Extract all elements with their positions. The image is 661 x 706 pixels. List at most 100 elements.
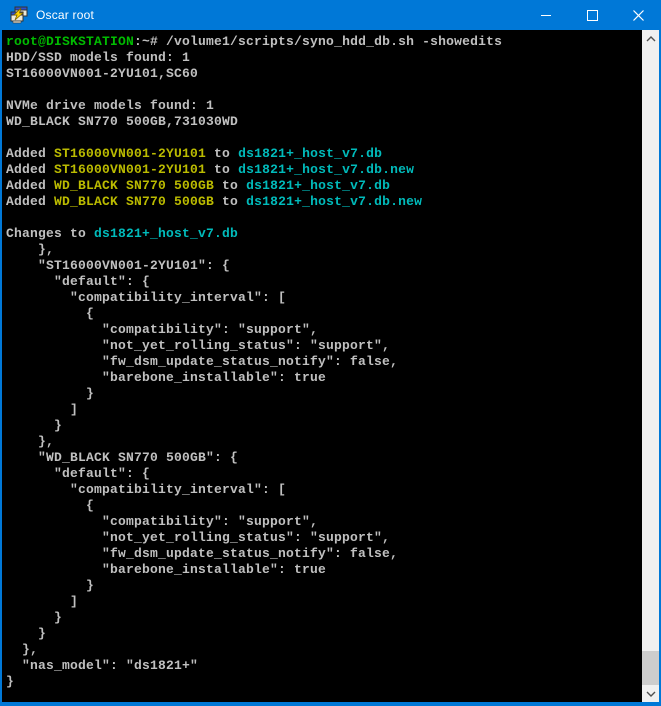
terminal-line: { [6,498,642,514]
terminal-line: } [6,578,642,594]
terminal-text-segment: }, [6,434,54,449]
terminal-text-segment: ds1821+_host_v7.db.new [246,194,422,209]
terminal-text-segment: ] [6,594,78,609]
terminal-text-segment: ST16000VN001-2YU101 [54,146,206,161]
terminal-text-segment: "ST16000VN001-2YU101": { [6,258,230,273]
terminal-text-segment: { [6,498,94,513]
terminal-line: "default": { [6,274,642,290]
terminal-text-segment: Changes to [6,226,94,241]
terminal-line: Added WD_BLACK SN770 500GB to ds1821+_ho… [6,194,642,210]
close-icon [633,10,644,21]
terminal-text-segment: } [6,610,62,625]
terminal-line: } [6,386,642,402]
terminal-text-segment: :~# /volume1/scripts/syno_hdd_db.sh -sho… [134,34,502,49]
terminal-text-segment: "not_yet_rolling_status": "support", [6,530,390,545]
minimize-button[interactable] [523,0,569,30]
terminal-text-segment: "WD_BLACK SN770 500GB": { [6,450,238,465]
terminal-text-segment: ST16000VN001-2YU101 [54,162,206,177]
terminal-line: "default": { [6,466,642,482]
terminal-text-segment: } [6,386,94,401]
terminal-text-segment: "compatibility": "support", [6,514,318,529]
terminal-text-segment: Added [6,194,54,209]
terminal-line: "nas_model": "ds1821+" [6,658,642,674]
terminal-line: ] [6,594,642,610]
terminal-text-segment: root@DISKSTATION [6,34,134,49]
terminal-text-segment: "barebone_installable": true [6,562,326,577]
terminal-text-segment: Added [6,162,54,177]
terminal-line: "compatibility_interval": [ [6,290,642,306]
terminal-text-segment: } [6,418,62,433]
terminal-text-segment: } [6,578,94,593]
window-title: Oscar root [36,8,94,22]
terminal-text-segment: "compatibility": "support", [6,322,318,337]
scrollbar-thumb[interactable] [642,651,659,685]
terminal-text-segment: } [6,626,46,641]
terminal-line: "fw_dsm_update_status_notify": false, [6,546,642,562]
terminal-line: HDD/SSD models found: 1 [6,50,642,66]
terminal-line: "WD_BLACK SN770 500GB": { [6,450,642,466]
scroll-up-button[interactable] [642,30,659,47]
terminal-text-segment: Added [6,146,54,161]
chevron-up-icon [646,36,656,42]
terminal-line: "fw_dsm_update_status_notify": false, [6,354,642,370]
terminal-line: Added WD_BLACK SN770 500GB to ds1821+_ho… [6,178,642,194]
terminal-line: root@DISKSTATION:~# /volume1/scripts/syn… [6,34,642,50]
terminal-text-segment: WD_BLACK SN770 500GB [54,178,214,193]
terminal-line [6,130,642,146]
terminal-line: { [6,306,642,322]
terminal-line: "compatibility_interval": [ [6,482,642,498]
close-button[interactable] [615,0,661,30]
terminal-line: "not_yet_rolling_status": "support", [6,338,642,354]
putty-app-icon [10,6,28,24]
terminal-text-segment: Added [6,178,54,193]
maximize-icon [587,10,598,21]
terminal-line: }, [6,642,642,658]
terminal-text-segment: to [214,178,246,193]
terminal-text-segment: "not_yet_rolling_status": "support", [6,338,390,353]
minimize-icon [541,15,551,16]
maximize-button[interactable] [569,0,615,30]
terminal-line: Changes to ds1821+_host_v7.db [6,226,642,242]
scroll-down-button[interactable] [642,685,659,702]
terminal-text-segment: "default": { [6,274,150,289]
terminal-line: } [6,674,642,690]
terminal-line [6,210,642,226]
titlebar[interactable]: Oscar root [0,0,661,30]
scrollbar-track[interactable] [642,47,659,685]
terminal-line: } [6,626,642,642]
terminal-line: } [6,610,642,626]
terminal-line: }, [6,242,642,258]
terminal-text-segment: "fw_dsm_update_status_notify": false, [6,546,398,561]
terminal-text-segment: ds1821+_host_v7.db [238,146,382,161]
terminal-text-segment: "compatibility_interval": [ [6,290,286,305]
terminal-text-segment: ds1821+_host_v7.db [246,178,390,193]
terminal-text-segment: WD_BLACK SN770 500GB,731030WD [6,114,238,129]
terminal-text-segment: HDD/SSD models found: 1 [6,50,190,65]
terminal-text-segment: "compatibility_interval": [ [6,482,286,497]
terminal-text-segment: ds1821+_host_v7.db [94,226,238,241]
terminal-output[interactable]: root@DISKSTATION:~# /volume1/scripts/syn… [2,30,642,702]
terminal-line: "compatibility": "support", [6,514,642,530]
terminal-text-segment: "default": { [6,466,150,481]
terminal-text-segment: to [206,162,238,177]
terminal-text-segment: ST16000VN001-2YU101,SC60 [6,66,198,81]
terminal-line: Added ST16000VN001-2YU101 to ds1821+_hos… [6,146,642,162]
terminal-line: } [6,418,642,434]
scrollbar[interactable] [642,30,659,702]
terminal-text-segment: "nas_model": "ds1821+" [6,658,198,673]
terminal-line: Added ST16000VN001-2YU101 to ds1821+_hos… [6,162,642,178]
terminal-text-segment: } [6,674,14,689]
terminal-line: "not_yet_rolling_status": "support", [6,530,642,546]
terminal-line: NVMe drive models found: 1 [6,98,642,114]
terminal-line: }, [6,434,642,450]
terminal-text-segment: }, [6,642,38,657]
terminal-line: "compatibility": "support", [6,322,642,338]
terminal-text-segment: NVMe drive models found: 1 [6,98,214,113]
terminal-line: "barebone_installable": true [6,562,642,578]
terminal-text-segment: "fw_dsm_update_status_notify": false, [6,354,398,369]
terminal-line: ] [6,402,642,418]
terminal-line: ST16000VN001-2YU101,SC60 [6,66,642,82]
terminal-line: "barebone_installable": true [6,370,642,386]
terminal-text-segment: "barebone_installable": true [6,370,326,385]
window-body: root@DISKSTATION:~# /volume1/scripts/syn… [0,30,661,704]
